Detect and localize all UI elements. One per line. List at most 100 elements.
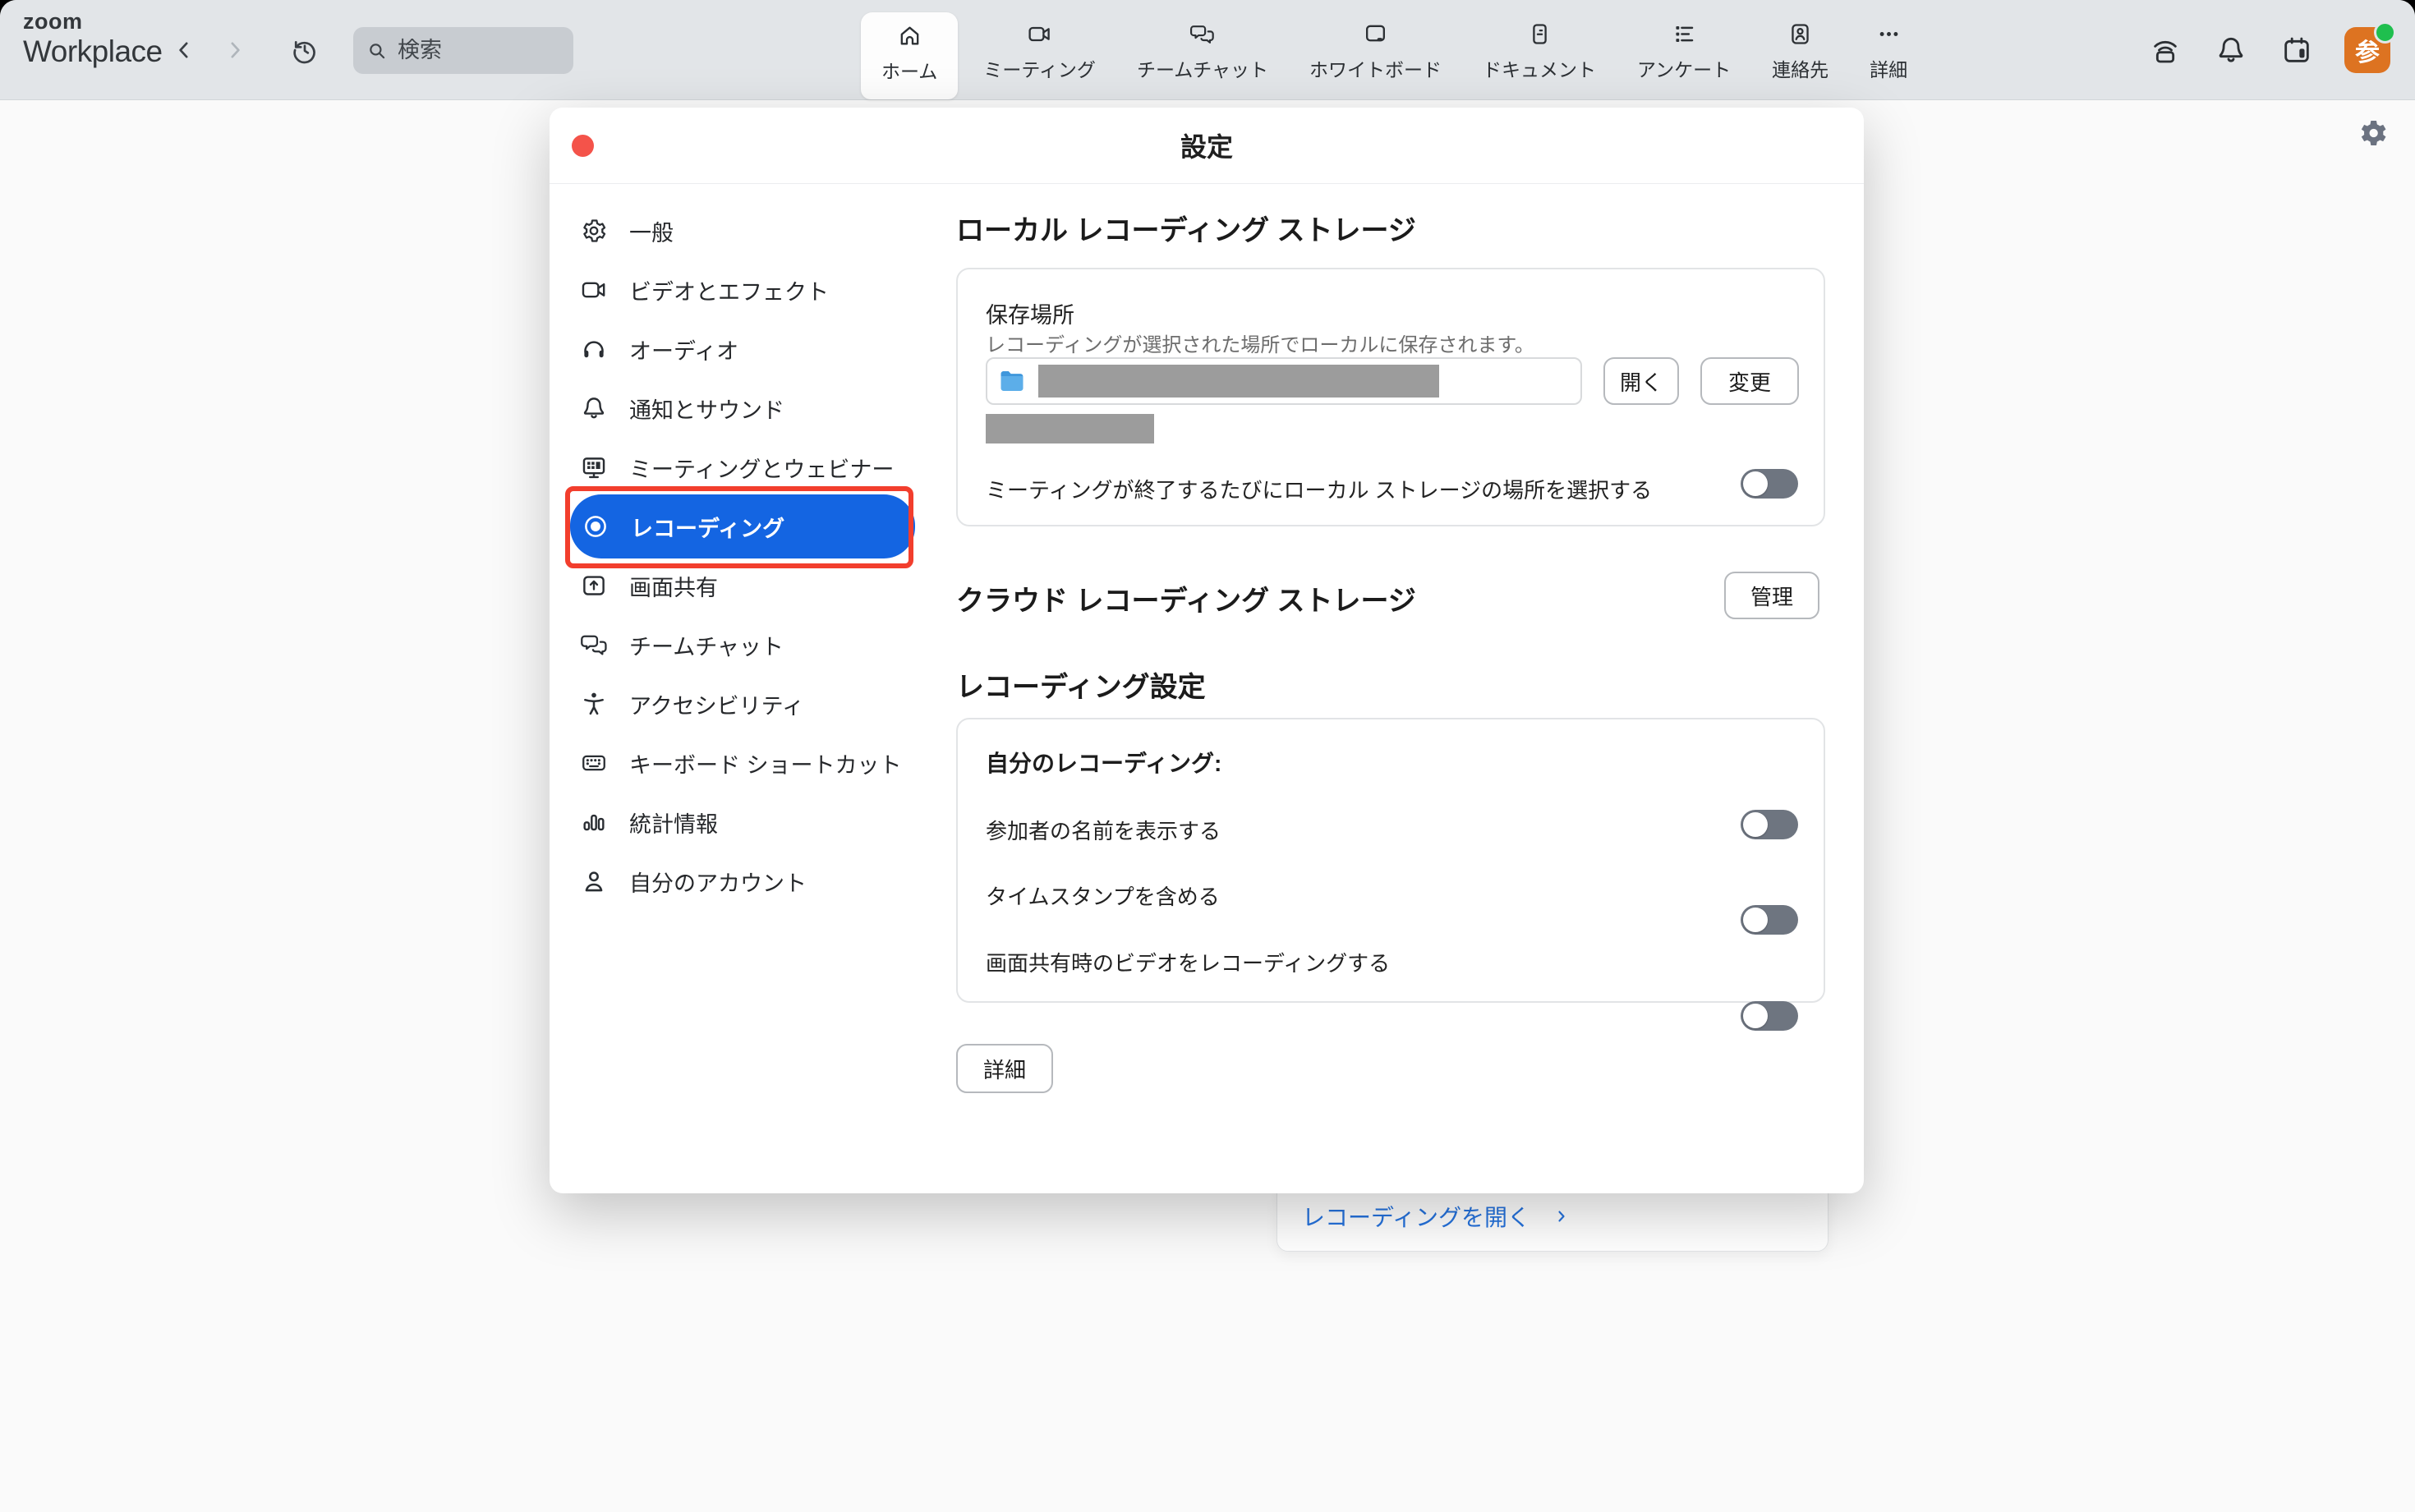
sidebar-item-label: キーボード ショートカット xyxy=(629,747,902,779)
sidebar-item-label: ビデオとエフェクト xyxy=(629,274,829,306)
sidebar-item-label: 一般 xyxy=(629,215,674,247)
my-recordings-title: 自分のレコーディング: xyxy=(986,746,1221,779)
tab-label: 詳細 xyxy=(1870,54,1907,82)
local-recording-storage-heading: ローカル レコーディング ストレージ xyxy=(956,208,1416,248)
tab-label: チームチャット xyxy=(1137,54,1268,82)
record-icon xyxy=(582,512,610,540)
notifications-bell-icon xyxy=(2215,34,2247,67)
headphones-icon xyxy=(580,335,608,363)
toggle-knob xyxy=(1743,471,1768,496)
chevron-left-icon xyxy=(172,38,196,62)
recording-path-input[interactable] xyxy=(986,357,1582,405)
tab-surveys[interactable]: アンケート xyxy=(1617,0,1751,99)
search-box[interactable] xyxy=(353,27,573,74)
settings-sidebar: 一般 ビデオとエフェクト オーディオ 通知とサウンド ミーティングとウェビナー … xyxy=(570,201,915,911)
zoom-workplace-logo: zoom Workplace xyxy=(23,11,163,67)
include-timestamp-label: タイムスタンプを含める xyxy=(986,880,1220,911)
advanced-button[interactable]: 詳細 xyxy=(956,1044,1053,1093)
tab-home[interactable]: ホーム xyxy=(861,12,958,99)
sidebar-item-label: 通知とサウンド xyxy=(629,393,784,425)
search-icon xyxy=(366,40,388,62)
tab-label: 連絡先 xyxy=(1772,54,1828,82)
sidebar-item-screen-share[interactable]: 画面共有 xyxy=(570,556,915,615)
notifications-button[interactable] xyxy=(2213,32,2249,68)
open-recordings-link[interactable]: レコーディングを開く xyxy=(1277,1200,1570,1251)
tab-label: ミーティング xyxy=(983,54,1096,82)
top-right-actions: 参 xyxy=(2147,0,2390,99)
main-tab-bar: ホーム ミーティング チームチャット ホワイトボード ドキュメント アンケート xyxy=(856,0,1928,99)
sidebar-item-label: ミーティングとウェビナー xyxy=(629,452,894,484)
more-icon xyxy=(1876,21,1902,47)
tab-meetings[interactable]: ミーティング xyxy=(963,0,1116,99)
manage-button[interactable]: 管理 xyxy=(1724,572,1819,619)
open-button[interactable]: 開く xyxy=(1603,357,1679,405)
tab-label: ホワイトボード xyxy=(1309,54,1442,82)
stats-bars-icon xyxy=(580,808,608,836)
tab-more[interactable]: 詳細 xyxy=(1849,0,1928,99)
sidebar-item-audio[interactable]: オーディオ xyxy=(570,319,915,379)
tab-team-chat[interactable]: チームチャット xyxy=(1116,0,1289,99)
back-button[interactable] xyxy=(168,34,200,66)
sidebar-item-team-chat[interactable]: チームチャット xyxy=(570,615,915,674)
sidebar-item-meetings-webinars[interactable]: ミーティングとウェビナー xyxy=(570,438,915,497)
search-input[interactable] xyxy=(396,37,555,64)
recording-settings-card: 自分のレコーディング: 参加者の名前を表示する タイムスタンプを含める 画面共有… xyxy=(956,718,1825,1003)
settings-main-pane: ローカル レコーディング ストレージ 保存場所 レコーディングが選択された場所で… xyxy=(956,108,1825,1193)
logo-line-zoom: zoom xyxy=(23,11,163,33)
presence-dot xyxy=(2374,21,2396,44)
open-recordings-label: レコーディングを開く xyxy=(1302,1200,1530,1233)
toggle-knob xyxy=(1743,1004,1768,1028)
save-location-description: レコーディングが選択された場所でローカルに保存されます。 xyxy=(986,329,1534,357)
include-timestamp-toggle[interactable] xyxy=(1741,905,1798,935)
share-to-device-icon xyxy=(2149,34,2182,67)
history-button[interactable] xyxy=(289,34,320,66)
sidebar-item-label: レコーディング xyxy=(631,511,784,543)
show-participant-names-label: 参加者の名前を表示する xyxy=(986,815,1221,845)
sidebar-item-recording[interactable]: レコーディング xyxy=(570,494,915,558)
recording-settings-heading: レコーディング設定 xyxy=(956,664,1206,705)
record-video-during-share-toggle[interactable] xyxy=(1741,1001,1798,1031)
toggle-knob xyxy=(1743,908,1768,932)
local-storage-card: 保存場所 レコーディングが選択された場所でローカルに保存されます。 開く 変更 … xyxy=(956,268,1825,526)
bell-icon xyxy=(580,394,608,422)
sidebar-item-general[interactable]: 一般 xyxy=(570,201,915,260)
redacted-path-text xyxy=(1038,365,1439,398)
sidebar-item-label: アクセシビリティ xyxy=(629,688,804,720)
chat-bubbles-icon xyxy=(580,631,608,659)
sidebar-item-label: オーディオ xyxy=(629,333,738,365)
sidebar-item-video-effects[interactable]: ビデオとエフェクト xyxy=(570,260,915,319)
show-participant-names-toggle[interactable] xyxy=(1741,810,1798,839)
forward-button[interactable] xyxy=(219,34,251,66)
gear-icon xyxy=(580,217,608,245)
video-camera-icon xyxy=(580,276,608,304)
tab-whiteboard[interactable]: ホワイトボード xyxy=(1289,0,1462,99)
sidebar-item-my-account[interactable]: 自分のアカウント xyxy=(570,852,915,911)
history-icon xyxy=(291,36,319,64)
tab-label: アンケート xyxy=(1637,54,1731,82)
team-chat-icon xyxy=(1189,21,1215,47)
chevron-right-icon xyxy=(1553,1208,1570,1225)
sidebar-item-label: 自分のアカウント xyxy=(629,866,807,898)
calendar-button[interactable] xyxy=(2279,32,2315,68)
close-button[interactable] xyxy=(572,135,594,157)
change-button[interactable]: 変更 xyxy=(1700,357,1799,405)
tab-documents[interactable]: ドキュメント xyxy=(1462,0,1617,99)
sidebar-item-statistics[interactable]: 統計情報 xyxy=(570,793,915,852)
avatar[interactable]: 参 xyxy=(2344,27,2390,73)
sidebar-item-label: 統計情報 xyxy=(629,807,718,839)
sidebar-item-notifications[interactable]: 通知とサウンド xyxy=(570,379,915,438)
choose-location-toggle[interactable] xyxy=(1741,469,1798,499)
chevron-right-icon xyxy=(223,38,247,62)
redacted-disk-info xyxy=(986,414,1154,443)
page-settings-gear-button[interactable] xyxy=(2357,117,2390,149)
meetings-icon xyxy=(1027,21,1052,47)
toggle-knob xyxy=(1743,812,1768,837)
sidebar-item-keyboard-shortcuts[interactable]: キーボード ショートカット xyxy=(570,733,915,793)
home-icon xyxy=(897,23,922,48)
contacts-icon xyxy=(1787,21,1813,47)
sidebar-item-label: 画面共有 xyxy=(629,570,718,602)
share-to-device-button[interactable] xyxy=(2147,32,2183,68)
gear-icon xyxy=(2357,117,2390,149)
sidebar-item-accessibility[interactable]: アクセシビリティ xyxy=(570,674,915,733)
tab-contacts[interactable]: 連絡先 xyxy=(1751,0,1849,99)
